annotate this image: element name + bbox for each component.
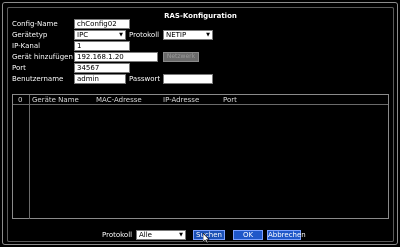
column-device-name[interactable]: Geräte Name xyxy=(29,95,79,105)
protocol-value: NETIP xyxy=(166,31,187,39)
device-list[interactable]: 0 Geräte Name MAC-Adresse IP-Adresse Por… xyxy=(12,94,389,219)
column-mac-address[interactable]: MAC-Adresse xyxy=(94,95,142,105)
add-device-label: Gerät hinzufügen xyxy=(12,53,73,61)
protocol-select[interactable]: NETIP ▼ xyxy=(163,30,213,40)
column-index[interactable]: 0 xyxy=(16,95,22,105)
protocol-label: Protokoll xyxy=(129,31,160,39)
port-input[interactable]: 34567 xyxy=(74,63,130,73)
chevron-down-icon: ▼ xyxy=(119,32,123,38)
ras-config-dialog: RAS-Konfiguration Config-Name chConfig02… xyxy=(2,2,398,245)
cancel-button[interactable]: Abbrechen xyxy=(267,230,306,240)
ok-button[interactable]: OK xyxy=(233,230,263,240)
chevron-down-icon: ▼ xyxy=(179,232,183,238)
column-ip-address[interactable]: IP-Adresse xyxy=(161,95,199,105)
mouse-pointer-icon xyxy=(203,233,210,243)
column-port[interactable]: Port xyxy=(221,95,237,105)
device-type-select[interactable]: IPC ▼ xyxy=(74,30,126,40)
add-device-input[interactable]: 192.168.1.20 xyxy=(74,52,158,62)
device-list-header: 0 Geräte Name MAC-Adresse IP-Adresse Por… xyxy=(13,95,388,105)
network-button[interactable]: Netzwerk xyxy=(163,52,199,62)
device-type-value: IPC xyxy=(77,31,89,39)
dialog-title: RAS-Konfiguration xyxy=(164,12,237,20)
config-name-input[interactable]: chConfig02 xyxy=(74,19,130,29)
username-input[interactable]: admin xyxy=(74,74,126,84)
column-divider xyxy=(29,105,30,219)
ip-channel-input[interactable]: 1 xyxy=(74,41,130,51)
config-name-label: Config-Name xyxy=(12,20,58,28)
port-label: Port xyxy=(12,64,26,72)
password-input[interactable] xyxy=(163,74,213,84)
username-label: Benutzername xyxy=(12,75,64,83)
footer-protocol-label: Protokoll xyxy=(102,231,133,239)
ip-channel-label: IP-Kanal xyxy=(12,42,41,50)
chevron-down-icon: ▼ xyxy=(206,32,210,38)
device-type-label: Gerätetyp xyxy=(12,31,48,39)
footer-protocol-select[interactable]: Alle ▼ xyxy=(136,230,186,240)
password-label: Passwort xyxy=(129,75,161,83)
footer-protocol-value: Alle xyxy=(139,231,152,239)
